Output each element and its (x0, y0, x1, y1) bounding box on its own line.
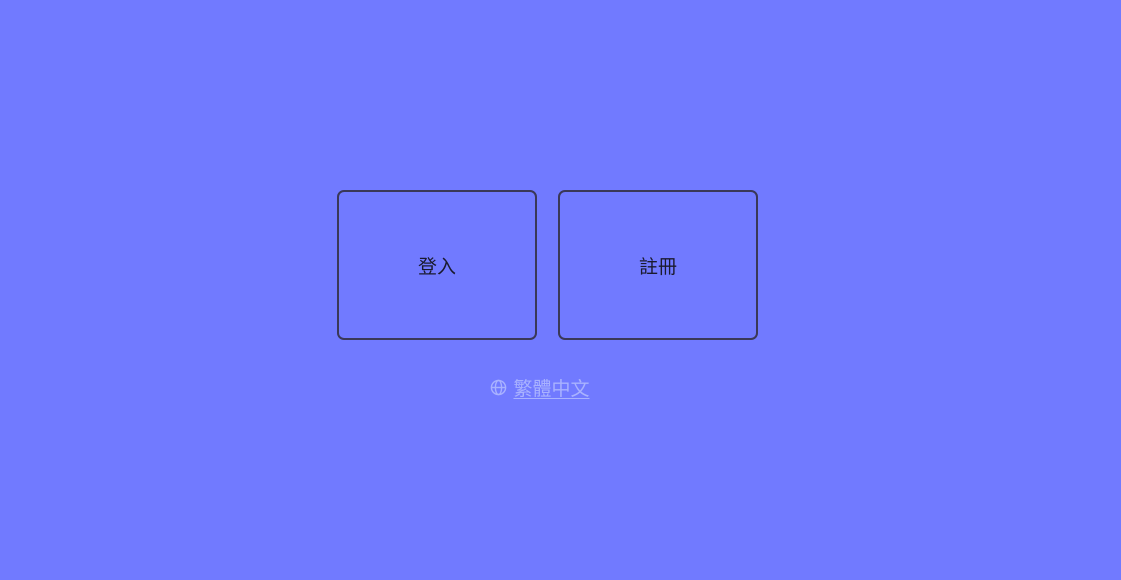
globe-icon (490, 379, 507, 396)
register-label: 註冊 (638, 255, 677, 278)
language-link[interactable]: 繁體中文 (513, 374, 589, 401)
login-label: 登入 (417, 255, 456, 278)
auth-options: 登入 註冊 (337, 190, 765, 340)
register-button[interactable]: 註冊 (558, 190, 758, 340)
login-button[interactable]: 登入 (337, 190, 537, 340)
auth-panel: 登入 註冊 繁體中文 (337, 190, 765, 401)
language-selector[interactable]: 繁體中文 (326, 374, 754, 401)
